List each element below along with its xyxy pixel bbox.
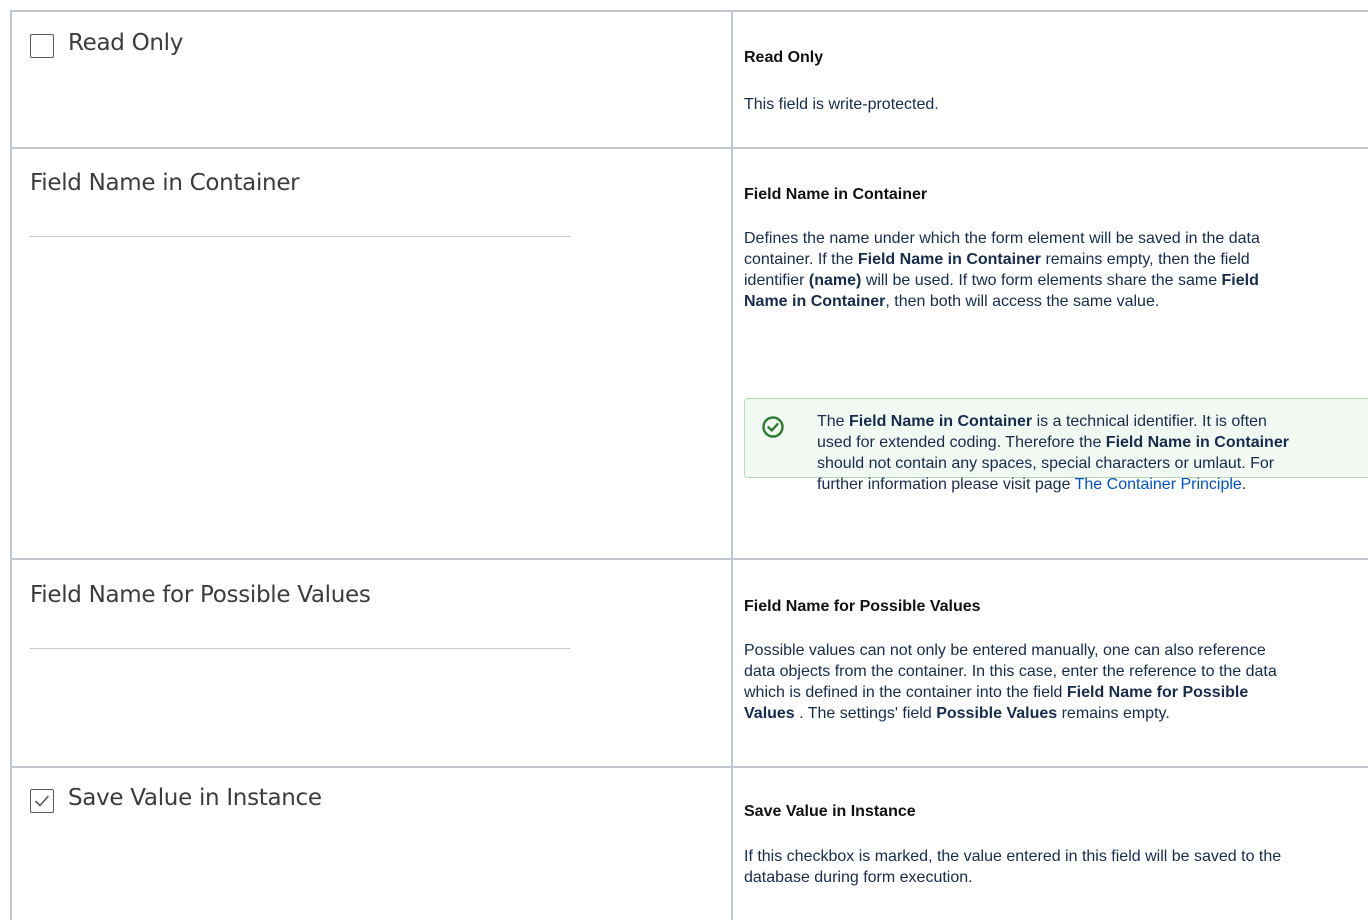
read-only-checkbox-label: Read Only — [68, 30, 184, 56]
field-name-possible-values-heading: Field Name for Possible Values — [744, 598, 981, 615]
read-only-heading: Read Only — [744, 49, 824, 66]
check-circle-icon — [762, 416, 784, 438]
save-value-heading: Save Value in Instance — [744, 803, 916, 820]
save-value-checkbox[interactable] — [30, 789, 54, 813]
save-value-description: If this checkbox is marked, the value en… — [744, 848, 1282, 886]
info-note-text: The Field Name in Container is a technic… — [817, 413, 1289, 493]
checkmark-icon — [35, 795, 49, 807]
container-principle-link[interactable]: The Container Principle — [1075, 476, 1242, 493]
table-border-top — [10, 10, 1368, 12]
row-divider — [10, 147, 1368, 149]
field-name-in-container-heading: Field Name in Container — [744, 186, 928, 203]
row-divider — [10, 766, 1368, 768]
info-note: The Field Name in Container is a technic… — [744, 398, 1368, 493]
column-divider — [731, 10, 733, 920]
read-only-checkbox[interactable] — [30, 34, 54, 58]
field-name-in-container-label: Field Name in Container — [30, 170, 300, 196]
save-value-checkbox-label: Save Value in Instance — [68, 785, 322, 811]
read-only-description: This field is write-protected. — [744, 96, 939, 113]
table-border-left — [10, 10, 12, 920]
field-name-in-container-description: Defines the name under which the form el… — [744, 230, 1260, 310]
field-name-possible-values-label: Field Name for Possible Values — [30, 582, 371, 608]
field-name-in-container-input[interactable] — [30, 236, 570, 237]
field-name-possible-values-input[interactable] — [30, 648, 570, 649]
settings-table: Read Only Read Only This field is write-… — [0, 0, 1368, 920]
field-name-possible-values-description: Possible values can not only be entered … — [744, 642, 1277, 722]
row-divider — [10, 558, 1368, 560]
